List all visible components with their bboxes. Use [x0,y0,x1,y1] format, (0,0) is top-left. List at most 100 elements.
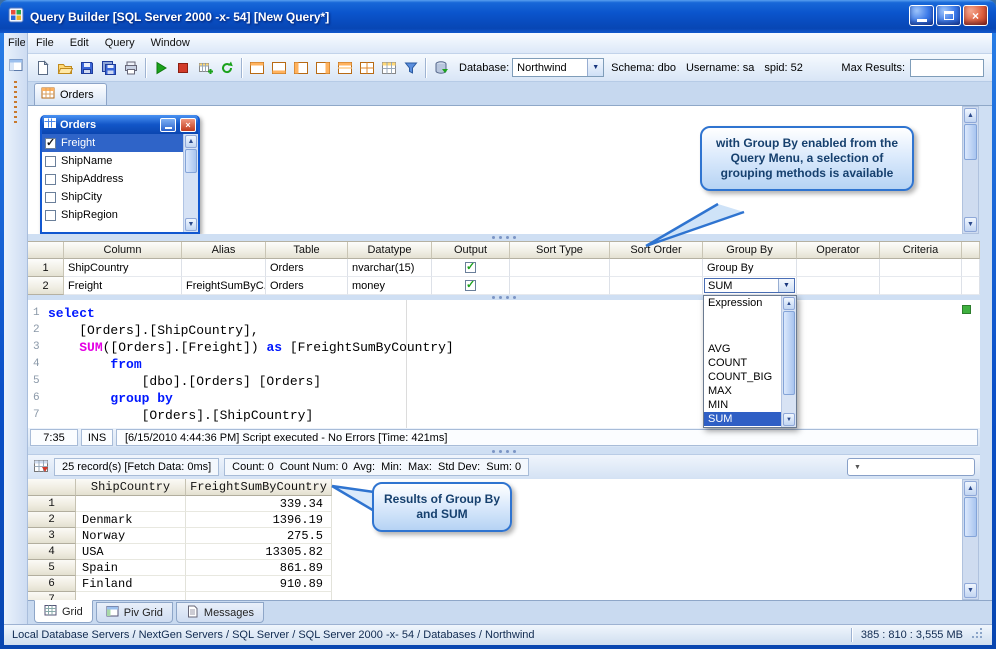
layout-split-horizontal-button[interactable] [334,57,356,79]
field-row-shipcity[interactable]: ShipCity [42,188,183,206]
scroll-down-button[interactable]: ▼ [964,217,977,232]
row-number[interactable]: 6 [28,576,76,592]
scroll-up-button[interactable]: ▲ [185,135,197,148]
cell-country[interactable]: Norway [76,528,186,544]
resize-gripper[interactable] [971,627,984,643]
scroll-up-button[interactable]: ▲ [783,297,795,310]
search-options-caret-icon[interactable]: ▼ [854,464,861,471]
row-number[interactable]: 3 [28,528,76,544]
field-checkbox[interactable] [45,136,56,149]
output-checkbox[interactable] [465,260,476,273]
output-checkbox[interactable] [465,278,476,291]
dropdown-item-blank[interactable] [704,310,781,342]
field-checkbox[interactable] [45,191,56,203]
layout-top-pane-button[interactable] [246,57,268,79]
cell-sort-type[interactable] [510,259,610,277]
save-all-button[interactable] [98,57,120,79]
row-number[interactable]: 2 [28,512,76,528]
field-row-shipname[interactable]: ShipName [42,152,183,170]
cell-operator[interactable] [797,277,880,295]
row-number[interactable]: 7 [28,592,76,600]
dropdown-item-count[interactable]: COUNT [704,356,781,370]
row-number[interactable]: 1 [28,259,64,277]
diagram-scrollbar[interactable]: ▲ ▼ [962,106,979,234]
dropdown-item-count-big[interactable]: COUNT_BIG [704,370,781,384]
scroll-down-button[interactable]: ▼ [185,218,197,231]
results-row[interactable]: 6 Finland 910.89 [28,576,962,592]
dropdown-item-max[interactable]: MAX [704,384,781,398]
cell-output[interactable] [432,277,510,295]
database-combo[interactable]: Northwind ▼ [512,58,605,77]
tab-grid[interactable]: Grid [34,600,93,623]
tab-pivot-grid[interactable]: Piv Grid [95,602,173,623]
open-button[interactable] [54,57,76,79]
dropdown-scrollbar[interactable]: ▲ ▼ [781,296,796,427]
row-number[interactable]: 1 [28,496,76,512]
layout-right-pane-button[interactable] [312,57,334,79]
cell-country[interactable] [76,592,186,600]
combo-arrow-icon[interactable]: ▼ [778,279,794,292]
results-scrollbar[interactable]: ▲ ▼ [962,479,979,600]
cell-sort-type[interactable] [510,277,610,295]
tab-orders[interactable]: Orders [34,83,107,105]
export-grid-icon[interactable] [33,458,49,477]
cell-value[interactable]: 1396.19 [186,512,332,528]
connect-database-button[interactable] [430,57,452,79]
cell-operator[interactable] [797,259,880,277]
sql-editor[interactable]: 1 2 3 4 5 6 7 select [Orders].[ShipCountry], S… [28,300,980,428]
group-by-combo[interactable]: SUM ▼ [704,278,795,293]
field-checkbox[interactable] [45,173,56,185]
orders-table-window[interactable]: Orders × Freight ShipName ShipAddress Sh… [40,115,200,234]
max-results-input[interactable] [910,58,984,77]
menu-query[interactable]: Query [97,35,143,51]
results-row[interactable]: 5 Spain 861.89 [28,560,962,576]
results-row[interactable]: 4 USA 13305.82 [28,544,962,560]
table-view-button[interactable] [378,57,400,79]
cell-group-by[interactable]: SUM ▼ [703,277,797,295]
field-row-shipregion[interactable]: ShipRegion [42,206,183,224]
orders-minimize-button[interactable] [160,117,176,132]
row-number[interactable]: 5 [28,560,76,576]
cell-column[interactable]: ShipCountry [64,259,182,277]
cell-criteria[interactable] [880,277,962,295]
orders-close-button[interactable]: × [180,117,196,132]
title-bar[interactable]: Query Builder [SQL Server 2000 -x- 54] [… [0,0,996,33]
clipped-file-menu[interactable]: File [8,37,25,49]
field-row-freight[interactable]: Freight [42,134,183,152]
combo-arrow-icon[interactable]: ▼ [587,59,604,76]
dropdown-item-min[interactable]: MIN [704,398,781,412]
scroll-down-button[interactable]: ▼ [964,583,977,598]
cell-table[interactable]: Orders [266,277,348,295]
scroll-up-button[interactable]: ▲ [964,481,977,496]
scroll-up-button[interactable]: ▲ [964,108,977,123]
header-freightsum[interactable]: FreightSumByCountry [186,479,332,496]
cell-value[interactable]: 910.89 [186,576,332,592]
execute-button[interactable] [150,57,172,79]
cell-column[interactable]: Freight [64,277,182,295]
cell-criteria[interactable] [880,259,962,277]
dock-panel-icon[interactable] [8,57,24,76]
splitter-handle[interactable] [28,234,980,240]
field-checkbox[interactable] [45,155,56,167]
cell-output[interactable] [432,259,510,277]
filter-button[interactable] [400,57,422,79]
scroll-thumb[interactable] [185,149,197,173]
save-button[interactable] [76,57,98,79]
layout-grid-button[interactable] [356,57,378,79]
dropdown-item-avg[interactable]: AVG [704,342,781,356]
header-shipcountry[interactable]: ShipCountry [76,479,186,496]
dropdown-item-sum[interactable]: SUM [704,412,781,426]
cell-datatype[interactable]: nvarchar(15) [348,259,432,277]
results-row[interactable]: 7 [28,592,962,600]
search-input[interactable] [862,461,996,473]
cell-country[interactable] [76,496,186,512]
cell-country[interactable]: Finland [76,576,186,592]
cell-country[interactable]: Denmark [76,512,186,528]
scroll-thumb[interactable] [964,497,977,537]
cell-sort-order[interactable] [610,277,703,295]
cell-table[interactable]: Orders [266,259,348,277]
cell-value[interactable]: 275.5 [186,528,332,544]
cell-value[interactable]: 13305.82 [186,544,332,560]
orders-window-titlebar[interactable]: Orders × [42,115,198,134]
field-row-shipaddress[interactable]: ShipAddress [42,170,183,188]
